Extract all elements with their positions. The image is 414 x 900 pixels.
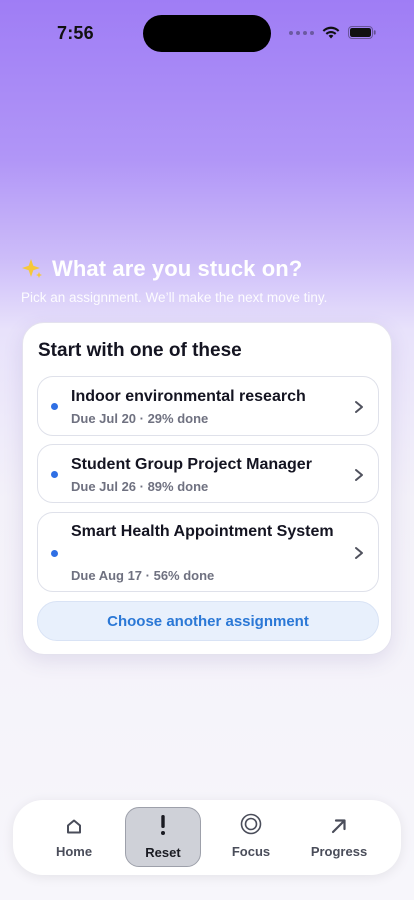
assignment-item[interactable]: Smart Health Appointment System Due Aug … bbox=[37, 512, 379, 592]
status-time: 7:56 bbox=[57, 23, 94, 43]
status-bar: 7:56 bbox=[0, 0, 414, 60]
exclamation-icon bbox=[161, 815, 165, 835]
card-title: Start with one of these bbox=[38, 340, 242, 361]
assignment-name: Smart Health Appointment System bbox=[71, 523, 334, 540]
headline-text: What are you stuck on? bbox=[52, 256, 303, 281]
tab-label: Focus bbox=[231, 844, 271, 859]
bullet-dot bbox=[51, 471, 58, 478]
chevron-right-icon bbox=[355, 547, 363, 559]
subtitle: Pick an assignment. We’ll make the next … bbox=[21, 290, 328, 305]
assignment-item[interactable]: Indoor environmental research Due Jul 20… bbox=[37, 376, 379, 436]
wifi-icon bbox=[322, 26, 340, 39]
tab-focus[interactable]: Focus bbox=[213, 807, 289, 867]
tab-label: Home bbox=[55, 844, 93, 859]
bullet-dot bbox=[51, 550, 58, 557]
arrow-up-right-icon bbox=[331, 819, 346, 834]
assignment-meta: Due Jul 26 · 89% done bbox=[71, 479, 209, 494]
assignment-name: Indoor environmental research bbox=[71, 388, 306, 405]
assignment-name: Student Group Project Manager bbox=[71, 456, 312, 473]
cellular-signal-icon bbox=[289, 30, 314, 35]
chevron-right-icon bbox=[355, 469, 363, 481]
assignment-item[interactable]: Student Group Project Manager Due Jul 26… bbox=[37, 444, 379, 503]
sparkle-icon bbox=[22, 259, 42, 278]
choose-another-assignment-button[interactable]: Choose another assignment bbox=[37, 601, 379, 641]
bullet-dot bbox=[51, 403, 58, 410]
tab-home[interactable]: Home bbox=[36, 807, 112, 867]
home-icon bbox=[67, 819, 81, 834]
assignment-card: Start with one of these Indoor environme… bbox=[22, 322, 392, 655]
chevron-right-icon bbox=[355, 401, 363, 413]
tab-bar: Home Reset Focus Progress bbox=[13, 800, 401, 875]
assignment-meta: Due Aug 17 · 56% done bbox=[71, 568, 215, 583]
battery-icon bbox=[348, 26, 376, 39]
tab-label: Reset bbox=[145, 845, 181, 860]
tab-progress[interactable]: Progress bbox=[301, 807, 377, 867]
status-icons bbox=[289, 26, 376, 39]
tab-label: Progress bbox=[310, 844, 368, 859]
page-title: What are you stuck on? bbox=[20, 256, 302, 282]
target-icon bbox=[240, 813, 262, 835]
assignment-meta: Due Jul 20 · 29% done bbox=[71, 411, 209, 426]
dynamic-island bbox=[143, 15, 271, 52]
tab-reset[interactable]: Reset bbox=[125, 807, 201, 867]
